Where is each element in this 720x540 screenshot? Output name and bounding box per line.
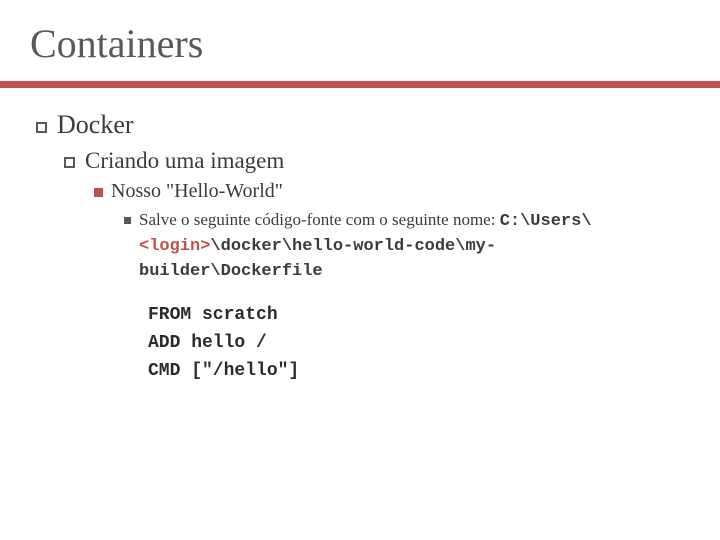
slide-title: Containers (30, 20, 684, 67)
code-line-2: ADD hello / (148, 333, 267, 353)
bullet-lvl4: Salve o seguinte código-fonte com o segu… (124, 209, 684, 284)
square-small-icon (124, 217, 131, 224)
square-accent-icon (94, 188, 103, 197)
slide: Containers Docker Criando uma imagem Nos… (0, 0, 720, 540)
path-login: <login> (139, 237, 210, 256)
lvl3-text: Nosso "Hello-World" (111, 180, 283, 203)
code-line-1: FROM scratch (148, 305, 278, 325)
lvl2-text: Criando uma imagem (85, 148, 284, 174)
code-line-3: CMD ["/hello"] (148, 361, 299, 381)
square-outline-icon (36, 122, 47, 133)
bullet-lvl3: Nosso "Hello-World" (94, 180, 684, 203)
title-rule (0, 81, 720, 88)
lvl4-intro: Salve o seguinte código-fonte com o segu… (139, 210, 500, 229)
lvl4-text: Salve o seguinte código-fonte com o segu… (139, 209, 659, 284)
bullet-lvl2: Criando uma imagem (64, 148, 684, 174)
code-block: FROM scratch ADD hello / CMD ["/hello"] (148, 302, 684, 386)
square-outline-icon (64, 157, 75, 168)
slide-content: Docker Criando uma imagem Nosso "Hello-W… (36, 110, 684, 385)
path-prefix: C:\Users\ (500, 212, 592, 231)
bullet-lvl1: Docker (36, 110, 684, 140)
lvl1-text: Docker (57, 110, 134, 140)
